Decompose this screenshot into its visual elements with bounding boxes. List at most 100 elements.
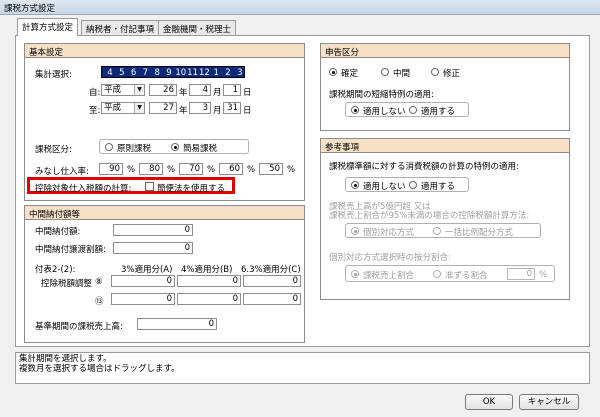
q2-individual-label: 個別対応方式 [363, 228, 415, 238]
month-cell[interactable]: 4 [104, 67, 116, 79]
to-era-select[interactable]: 平成 ▼ [101, 102, 145, 114]
q3-ratio-input[interactable]: 0 [507, 268, 535, 280]
interim-panel: 中間納付額等 中間納付額: 0 中間納付譲渡割額: 0 付表2-(2): 3%適… [24, 205, 305, 343]
tab-calculation-settings[interactable]: 計算方式設定 [17, 18, 79, 36]
month-cell[interactable]: 5 [116, 67, 128, 79]
chevron-down-icon: ▼ [134, 103, 144, 113]
filing-radio-interim[interactable] [381, 68, 389, 76]
q3-equivalent-label: 准ずる割合 [445, 271, 488, 281]
q1-label: 課税標準額に対する消費税額の計算の特例の適用: [329, 162, 519, 172]
from-day-input[interactable]: 1 [223, 84, 241, 96]
month-cell[interactable]: 11 [187, 67, 199, 79]
col-header-a: 3%適用分(A) [121, 265, 173, 275]
month-cell[interactable]: 6 [128, 67, 140, 79]
filing-header: 申告区分 [321, 44, 569, 58]
deemed-rate-4[interactable]: 60 [219, 163, 243, 175]
special-radio-no[interactable] [351, 106, 359, 114]
row-mark-13: ⑬ [95, 297, 104, 307]
interim-transfer-input[interactable]: 0 [113, 242, 193, 254]
q1-radio-yes[interactable] [409, 181, 417, 189]
to-day-input[interactable]: 31 [223, 102, 241, 114]
special-no-label: 適用しない [363, 107, 406, 117]
filing-radio-amended[interactable] [431, 68, 439, 76]
adjust-8-a[interactable]: 0 [111, 275, 175, 287]
col-header-b: 4%適用分(B) [181, 265, 233, 275]
deduction-adjust-label: 控除税額調整 [41, 279, 93, 289]
special-period-label: 課税期間の短縮特例の適用: [329, 90, 434, 100]
deemed-rate-5[interactable]: 50 [259, 163, 283, 175]
month-cell[interactable]: 7 [139, 67, 151, 79]
deemed-rate-label: みなし仕入率: [35, 167, 89, 177]
cancel-button[interactable]: キャンセル [519, 394, 579, 410]
month-cell[interactable]: 9 [163, 67, 175, 79]
special-radio-yes[interactable] [409, 106, 417, 114]
percent-sign: % [167, 165, 176, 175]
chevron-down-icon: ▼ [134, 85, 144, 95]
percent-sign: % [127, 165, 136, 175]
deemed-rate-2[interactable]: 80 [139, 163, 163, 175]
period-label: 集計選択: [35, 70, 72, 80]
month-cell[interactable]: 12 [198, 67, 210, 79]
month-cell[interactable]: 2 [222, 67, 234, 79]
from-month-unit: 月 [213, 88, 222, 98]
simplified-method-checkbox[interactable] [145, 182, 154, 191]
to-year-input[interactable]: 27 [149, 102, 177, 114]
q2-radio-proportional[interactable] [433, 227, 441, 235]
month-cell[interactable]: 1 [210, 67, 222, 79]
from-era-select[interactable]: 平成 ▼ [101, 84, 145, 96]
to-year-unit: 年 [179, 106, 188, 116]
q1-no-label: 適用しない [363, 182, 406, 192]
q3-radio-sales-ratio[interactable] [351, 270, 359, 278]
simplified-method-label: 簡便法を使用する [157, 184, 226, 194]
filing-interim-label: 中間 [393, 69, 411, 79]
from-year-input[interactable]: 26 [149, 84, 177, 96]
tab-bank-accountant[interactable]: 金融機関・税理士 [158, 20, 237, 35]
adjust-13-a[interactable]: 0 [111, 293, 175, 305]
month-cell[interactable]: 8 [151, 67, 163, 79]
filing-final-label: 確定 [341, 69, 359, 79]
q2-proportional-label: 一括比例配分方式 [445, 228, 514, 238]
reference-header: 参考事項 [321, 139, 569, 153]
tax-class-label: 課税区分: [35, 145, 72, 155]
percent-sign: % [287, 165, 296, 175]
filing-radio-final[interactable] [329, 68, 337, 76]
basic-settings-panel: 基本設定 集計選択: 4 5 6 7 8 9 10 11 12 1 2 3 自: 平成 ▼ 26 年 4… [24, 43, 305, 201]
deemed-rate-3[interactable]: 70 [179, 163, 203, 175]
adjust-8-b[interactable]: 0 [177, 275, 241, 287]
to-day-unit: 日 [243, 106, 252, 116]
tax-class-general-label: 原則課税 [117, 144, 152, 154]
from-day-unit: 日 [243, 88, 252, 98]
month-cell[interactable]: 3 [234, 67, 246, 79]
interim-tax-input[interactable]: 0 [113, 224, 193, 236]
special-yes-label: 適用する [421, 107, 456, 117]
filing-panel: 申告区分 確定 中間 修正 課税期間の短縮特例の適用: 適用しない 適用する [320, 43, 570, 131]
table-label: 付表2-(2): [35, 265, 76, 275]
help-line-1: 集計期間を選択します。 [19, 354, 112, 364]
q1-radio-no[interactable] [351, 181, 359, 189]
q1-yes-label: 適用する [421, 182, 456, 192]
base-sales-input[interactable]: 0 [137, 318, 217, 330]
help-line-2: 複数月を選択する場合はドラッグします。 [19, 364, 180, 374]
ok-button[interactable]: OK [465, 394, 513, 410]
month-selector[interactable]: 4 5 6 7 8 9 10 11 12 1 2 3 [101, 66, 245, 78]
to-month-unit: 月 [213, 106, 222, 116]
q2-label-line2: 課税売上割合が95%未満の場合の控除税額計算方法: [329, 211, 530, 221]
tax-class-simplified-label: 簡易課税 [183, 144, 218, 154]
tax-class-radio-simplified[interactable] [171, 143, 179, 151]
q3-radio-equivalent[interactable] [433, 270, 441, 278]
reference-panel: 参考事項 課税標準額に対する消費税額の計算の特例の適用: 適用しない 適用する … [320, 138, 570, 300]
tax-class-radio-general[interactable] [105, 143, 113, 151]
title-bar: 課税方式設定 [0, 0, 600, 15]
from-year-unit: 年 [179, 88, 188, 98]
adjust-13-b[interactable]: 0 [177, 293, 241, 305]
from-month-input[interactable]: 4 [189, 84, 211, 96]
tab-taxpayer-notes[interactable]: 納税者・付記事項 [81, 20, 160, 35]
adjust-8-c[interactable]: 0 [243, 275, 301, 287]
to-month-input[interactable]: 3 [189, 102, 211, 114]
percent-sign: % [247, 165, 256, 175]
q3-percent-sign: % [539, 270, 548, 280]
deemed-rate-1[interactable]: 90 [99, 163, 123, 175]
month-cell[interactable]: 10 [175, 67, 187, 79]
adjust-13-c[interactable]: 0 [243, 293, 301, 305]
q2-radio-individual[interactable] [351, 227, 359, 235]
